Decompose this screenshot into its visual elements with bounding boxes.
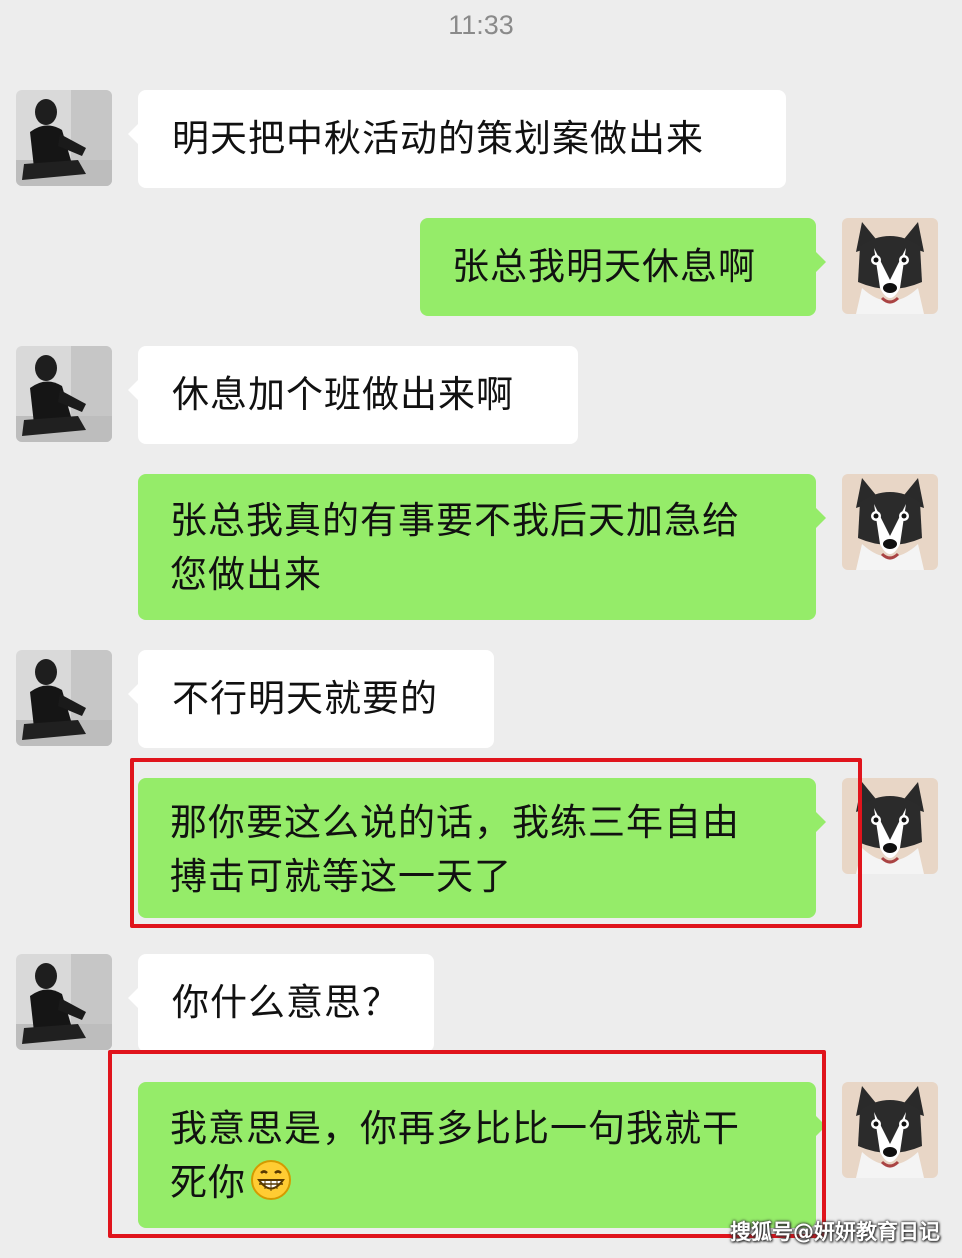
- message-bubble-received[interactable]: 不行明天就要的: [128, 650, 494, 748]
- person-photo-avatar-icon: [16, 954, 112, 1050]
- husky-dog-avatar-icon: [842, 1082, 938, 1178]
- my-avatar[interactable]: [842, 474, 938, 570]
- message-bubble-received[interactable]: 明天把中秋活动的策划案做出来: [128, 90, 786, 188]
- person-photo-avatar-icon: [16, 346, 112, 442]
- message-bubble-received[interactable]: 休息加个班做出来啊: [128, 346, 578, 444]
- message-bubble-received[interactable]: 你什么意思？: [128, 954, 434, 1052]
- husky-dog-avatar-icon: [842, 218, 938, 314]
- red-highlight-box: [108, 1050, 826, 1238]
- message-text: 不行明天就要的: [172, 677, 438, 720]
- message-text: 张总我明天休息啊: [452, 245, 756, 288]
- person-photo-avatar-icon: [16, 90, 112, 186]
- message-text-line: 张总我真的有事要不我后天加急给: [170, 499, 740, 542]
- red-highlight-box: [130, 758, 862, 928]
- message-text: 明天把中秋活动的策划案做出来: [172, 117, 704, 160]
- boss-avatar[interactable]: [16, 90, 112, 186]
- my-avatar[interactable]: [842, 1082, 938, 1178]
- message-text-line: 您做出来: [170, 553, 322, 596]
- my-avatar[interactable]: [842, 218, 938, 314]
- message-text: 休息加个班做出来啊: [172, 373, 514, 416]
- message-bubble-sent[interactable]: 张总我真的有事要不我后天加急给 您做出来: [138, 474, 826, 620]
- message-bubble-sent[interactable]: 张总我明天休息啊: [420, 218, 826, 316]
- boss-avatar[interactable]: [16, 346, 112, 442]
- person-photo-avatar-icon: [16, 650, 112, 746]
- husky-dog-avatar-icon: [842, 474, 938, 570]
- message-text: 你什么意思？: [172, 981, 400, 1024]
- status-time: 11:33: [448, 10, 514, 40]
- boss-avatar[interactable]: [16, 650, 112, 746]
- boss-avatar[interactable]: [16, 954, 112, 1050]
- watermark: 搜狐号@妍妍教育日记: [730, 1220, 940, 1244]
